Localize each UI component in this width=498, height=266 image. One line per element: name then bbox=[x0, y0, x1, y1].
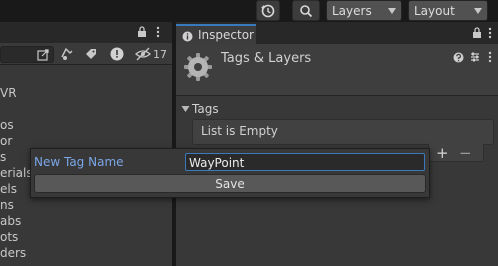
layout-dropdown[interactable]: Layout bbox=[408, 0, 488, 21]
layout-dropdown-label: Layout bbox=[414, 4, 455, 18]
list-item[interactable]: or bbox=[0, 134, 30, 150]
chevron-down-icon bbox=[474, 8, 482, 14]
tab-inspector-label: Inspector bbox=[198, 28, 254, 42]
list-item[interactable]: s bbox=[0, 150, 30, 166]
list-item[interactable]: ders bbox=[0, 246, 30, 262]
add-tag-button[interactable]: + bbox=[436, 144, 449, 162]
open-external-icon[interactable] bbox=[37, 49, 49, 61]
layers-dropdown[interactable]: Layers bbox=[326, 0, 402, 21]
list-item[interactable]: VR bbox=[0, 86, 30, 102]
scene-view-icon[interactable] bbox=[58, 45, 78, 63]
lock-icon[interactable] bbox=[472, 27, 482, 42]
layers-dropdown-label: Layers bbox=[332, 4, 372, 18]
hierarchy-search-input[interactable] bbox=[0, 46, 54, 63]
tags-empty-text: List is Empty bbox=[201, 124, 278, 138]
tags-section-label: Tags bbox=[192, 102, 219, 116]
new-tag-name-label: New Tag Name bbox=[34, 155, 124, 169]
more-options-icon[interactable] bbox=[488, 27, 492, 42]
chevron-down-icon bbox=[388, 8, 396, 14]
inspector-title: Tags & Layers bbox=[221, 51, 312, 66]
list-item[interactable]: os bbox=[0, 118, 30, 134]
list-item[interactable]: ots bbox=[0, 230, 30, 246]
save-button[interactable]: Save bbox=[34, 174, 426, 193]
preset-icon[interactable] bbox=[469, 51, 481, 66]
history-icon bbox=[261, 4, 275, 18]
hidden-count: 17 bbox=[153, 48, 167, 61]
new-tag-name-input[interactable]: WayPoint bbox=[185, 153, 425, 171]
list-item[interactable]: erials bbox=[0, 166, 30, 182]
more-options-icon[interactable] bbox=[156, 26, 160, 41]
foldout-arrow-icon bbox=[181, 106, 190, 112]
tags-list: List is Empty bbox=[192, 119, 494, 145]
tag-icon[interactable] bbox=[82, 45, 102, 63]
help-icon[interactable] bbox=[453, 52, 464, 66]
tab-inspector[interactable]: Inspector bbox=[176, 24, 256, 44]
list-item[interactable]: els bbox=[0, 182, 30, 198]
gear-icon bbox=[183, 52, 213, 85]
history-button[interactable] bbox=[256, 0, 280, 21]
search-icon bbox=[300, 5, 313, 18]
tags-foldout[interactable]: Tags bbox=[181, 102, 219, 116]
visibility-icon[interactable] bbox=[134, 45, 154, 63]
list-item[interactable]: abs bbox=[0, 214, 30, 230]
info-icon bbox=[182, 31, 193, 42]
remove-tag-button[interactable]: − bbox=[459, 144, 472, 162]
list-item[interactable]: ns bbox=[0, 198, 30, 214]
more-options-icon[interactable] bbox=[488, 51, 492, 66]
search-button[interactable] bbox=[292, 0, 320, 21]
warning-icon[interactable] bbox=[108, 45, 128, 63]
lock-icon[interactable] bbox=[137, 26, 147, 41]
